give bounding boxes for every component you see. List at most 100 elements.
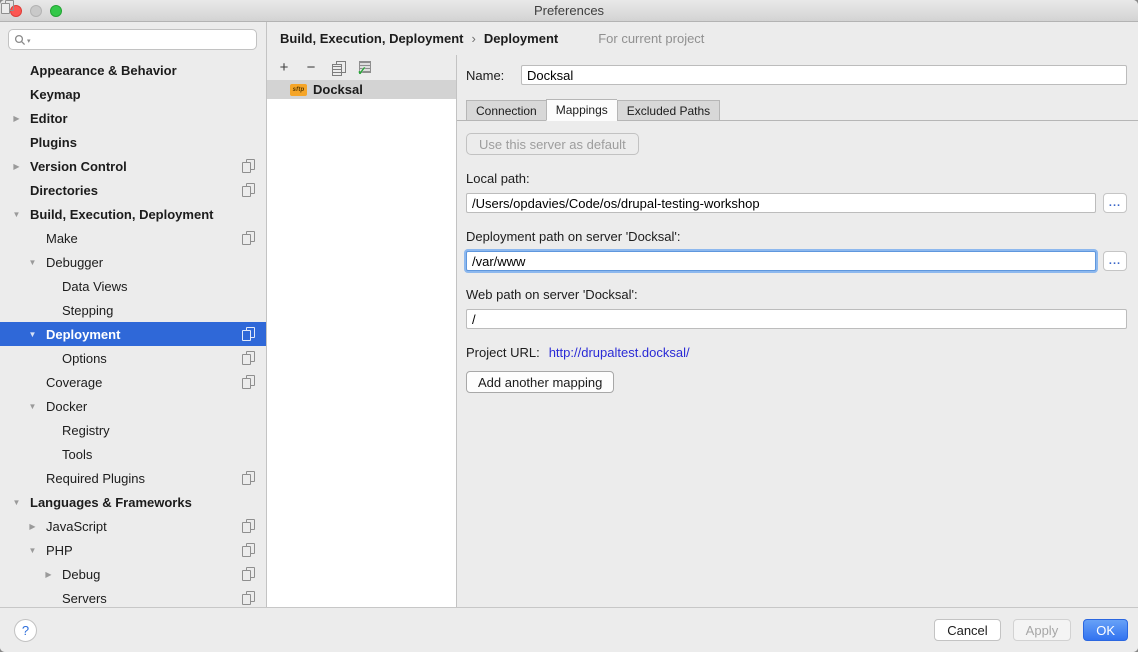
settings-tree: Appearance & Behavior Keymap ▶Editor Plugin…: [0, 54, 266, 607]
sidebar-item-label: Registry: [62, 423, 110, 438]
search-options-chevron-icon[interactable]: ▾: [27, 37, 31, 45]
tab-connection[interactable]: Connection: [466, 100, 546, 121]
sidebar-item-debug[interactable]: ▶Debug: [0, 562, 266, 586]
sidebar-item-build-execution-deployment[interactable]: ▼ Build, Execution, Deployment: [0, 202, 266, 226]
use-as-default-icon: ✓: [358, 61, 372, 75]
local-path-browse-button[interactable]: ...: [1103, 193, 1127, 213]
add-server-button[interactable]: +: [276, 60, 292, 76]
expand-arrow-icon[interactable]: ▼: [11, 498, 22, 507]
name-input[interactable]: [521, 65, 1127, 85]
sidebar-item-label: Options: [62, 351, 107, 366]
local-path-label: Local path:: [466, 171, 1127, 186]
web-path-input[interactable]: [466, 309, 1127, 329]
copy-server-button[interactable]: [330, 60, 346, 76]
sidebar-item-languages-frameworks[interactable]: ▼ Languages & Frameworks: [0, 490, 266, 514]
sidebar-item-label: Appearance & Behavior: [30, 63, 177, 78]
sftp-icon: sftp: [290, 84, 307, 96]
sidebar-item-registry[interactable]: Registry: [0, 418, 266, 442]
minimize-window-button[interactable]: [30, 5, 42, 17]
sidebar-item-label: Languages & Frameworks: [30, 495, 192, 510]
sidebar-item-label: Data Views: [62, 279, 128, 294]
settings-sidebar: ▾ Appearance & Behavior Keymap ▶Editor Plug…: [0, 22, 267, 607]
tab-excluded-paths[interactable]: Excluded Paths: [617, 100, 720, 121]
sidebar-item-label: Plugins: [30, 135, 77, 150]
expand-arrow-icon[interactable]: ▶: [11, 114, 22, 123]
sidebar-item-servers[interactable]: Servers: [0, 586, 266, 607]
project-level-icon: [241, 591, 255, 605]
sidebar-item-options[interactable]: Options: [0, 346, 266, 370]
sidebar-item-label: JavaScript: [46, 519, 107, 534]
sidebar-item-plugins[interactable]: Plugins: [0, 130, 266, 154]
window-title: Preferences: [534, 3, 604, 18]
tab-mappings[interactable]: Mappings: [546, 99, 617, 121]
search-icon: [14, 34, 26, 46]
expand-arrow-icon[interactable]: ▶: [27, 522, 38, 531]
sidebar-item-directories[interactable]: Directories: [0, 178, 266, 202]
server-row-docksal[interactable]: sftp Docksal: [267, 80, 456, 99]
deployment-path-browse-button[interactable]: ...: [1103, 251, 1127, 271]
sidebar-item-tools[interactable]: Tools: [0, 442, 266, 466]
breadcrumb-item-current: Deployment: [484, 31, 558, 46]
sidebar-item-label: Version Control: [30, 159, 127, 174]
project-level-icon: [241, 519, 255, 533]
sidebar-item-label: Docker: [46, 399, 87, 414]
zoom-window-button[interactable]: [50, 5, 62, 17]
title-bar: Preferences: [0, 0, 1138, 22]
deployment-settings-panel: Name: ConnectionMappingsExcluded Paths U…: [457, 55, 1138, 607]
scope-indicator: For current project: [579, 31, 704, 46]
use-as-default-button[interactable]: ✓: [357, 60, 373, 76]
expand-arrow-icon[interactable]: ▼: [27, 330, 38, 339]
server-tabs: ConnectionMappingsExcluded Paths: [457, 99, 1138, 121]
sidebar-item-stepping[interactable]: Stepping: [0, 298, 266, 322]
dialog-footer: ? Cancel Apply OK: [0, 607, 1138, 652]
server-list-panel: + − ✓ sftp Docksal: [267, 55, 457, 607]
search-field[interactable]: ▾: [8, 29, 257, 50]
expand-arrow-icon[interactable]: ▼: [27, 258, 38, 267]
sidebar-item-javascript[interactable]: ▶ JavaScript: [0, 514, 266, 538]
sidebar-item-label: Make: [46, 231, 78, 246]
expand-arrow-icon[interactable]: ▼: [11, 210, 22, 219]
expand-arrow-icon[interactable]: ▼: [27, 546, 38, 555]
sidebar-item-debugger[interactable]: ▼Debugger: [0, 250, 266, 274]
sidebar-item-label: PHP: [46, 543, 73, 558]
sidebar-item-appearance-behavior[interactable]: Appearance & Behavior: [0, 58, 266, 82]
traffic-lights: [10, 5, 62, 17]
sidebar-item-label: Build, Execution, Deployment: [30, 207, 213, 222]
help-button[interactable]: ?: [14, 619, 37, 642]
server-name: Docksal: [313, 82, 363, 97]
expand-arrow-icon[interactable]: ▶: [11, 162, 22, 171]
project-level-icon: [579, 32, 593, 46]
sidebar-item-keymap[interactable]: Keymap: [0, 82, 266, 106]
sidebar-item-label: Directories: [30, 183, 98, 198]
breadcrumb-item-root[interactable]: Build, Execution, Deployment: [280, 31, 463, 46]
sidebar-item-make[interactable]: Make: [0, 226, 266, 250]
sidebar-item-data-views[interactable]: Data Views: [0, 274, 266, 298]
deployment-path-input[interactable]: [466, 251, 1096, 271]
breadcrumb-separator: ›: [470, 31, 476, 46]
sidebar-item-editor[interactable]: ▶Editor: [0, 106, 266, 130]
apply-button[interactable]: Apply: [1013, 619, 1072, 641]
add-another-mapping-button[interactable]: Add another mapping: [466, 371, 614, 393]
sidebar-item-deployment[interactable]: ▼ Deployment: [0, 322, 266, 346]
sidebar-item-coverage[interactable]: Coverage: [0, 370, 266, 394]
scope-label: For current project: [598, 31, 704, 46]
web-path-label: Web path on server 'Docksal':: [466, 287, 1127, 302]
local-path-input[interactable]: [466, 193, 1096, 213]
expand-arrow-icon[interactable]: ▶: [43, 570, 54, 579]
sidebar-item-label: Deployment: [46, 327, 120, 342]
search-input[interactable]: [32, 31, 251, 48]
sidebar-item-docker[interactable]: ▼ Docker: [0, 394, 266, 418]
project-level-icon: [241, 471, 255, 485]
use-server-default-button[interactable]: Use this server as default: [466, 133, 639, 155]
sidebar-item-required-plugins[interactable]: Required Plugins: [0, 466, 266, 490]
remove-server-button[interactable]: −: [303, 60, 319, 76]
sidebar-item-label: Keymap: [30, 87, 81, 102]
expand-arrow-icon[interactable]: ▼: [27, 402, 38, 411]
sidebar-item-php[interactable]: ▼ PHP: [0, 538, 266, 562]
ok-button[interactable]: OK: [1083, 619, 1128, 641]
project-url-link[interactable]: http://drupaltest.docksal/: [549, 345, 690, 360]
sidebar-item-label: Servers: [62, 591, 107, 606]
cancel-button[interactable]: Cancel: [934, 619, 1000, 641]
sidebar-item-version-control[interactable]: ▶ Version Control: [0, 154, 266, 178]
server-list-toolbar: + − ✓: [267, 55, 456, 80]
